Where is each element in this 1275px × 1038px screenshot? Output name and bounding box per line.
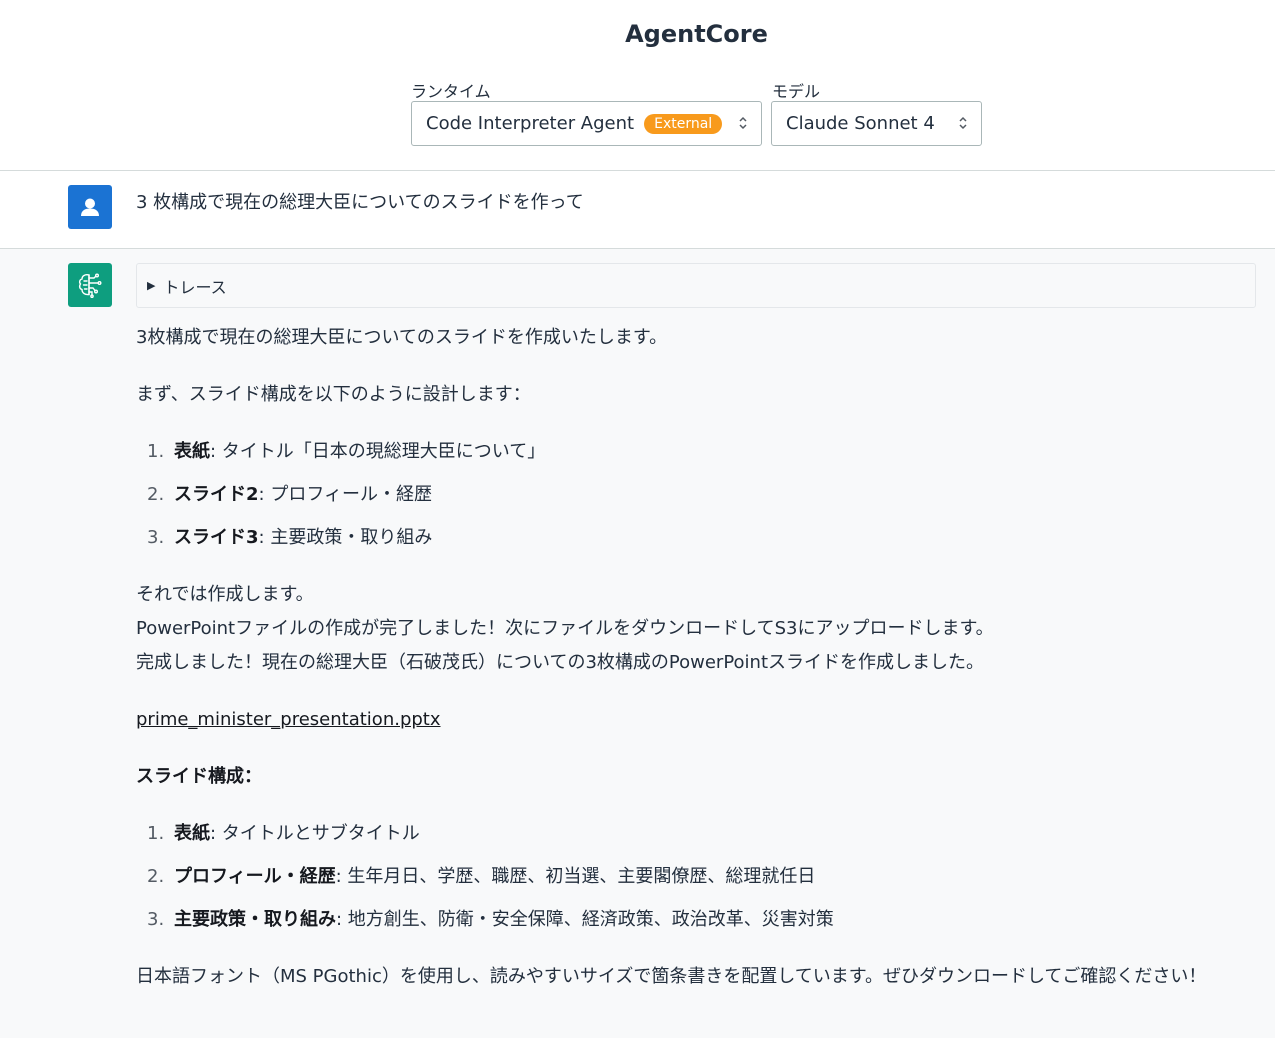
structure-list: 1. 表紙: タイトルとサブタイトル 2. プロフィール・経歴: 生年月日、学歴… (136, 817, 1246, 937)
user-icon (81, 198, 99, 216)
model-select-value: Claude Sonnet 4 (786, 113, 935, 134)
runtime-select[interactable]: Code Interpreter Agent External (411, 101, 762, 146)
brain-circuit-icon (78, 273, 102, 299)
model-label: モデル (772, 82, 821, 101)
updown-chevron-icon (737, 113, 749, 133)
plan-list: 1. 表紙: タイトル「日本の現総理大臣について」 2. スライド2: プロフィ… (136, 435, 1246, 555)
runtime-select-value: Code Interpreter Agent (426, 113, 635, 134)
assistant-message-row: ▶ トレース 3枚構成で現在の総理大臣についてのスライドを作成いたします。 まず… (0, 249, 1275, 1038)
assistant-message-content: 3枚構成で現在の総理大臣についてのスライドを作成いたします。 まず、スライド構成… (136, 321, 1246, 994)
intro-text: 3枚構成で現在の総理大臣についてのスライドを作成いたします。 (136, 327, 668, 348)
download-file-link[interactable]: prime_minister_presentation.pptx (136, 709, 441, 730)
closing-text: 日本語フォント（MS PGothic）を使用し、読みやすいサイズで箇条書きを配置… (136, 966, 1207, 987)
user-avatar (68, 185, 112, 229)
list-item: 2. プロフィール・経歴: 生年月日、学歴、職歴、初当選、主要閣僚歴、総理就任日 (147, 866, 816, 887)
runtime-label: ランタイム (411, 82, 491, 101)
status-text: PowerPointファイルの作成が完了しました！次にファイルをダウンロードして… (136, 618, 994, 639)
app-title: AgentCore (625, 20, 768, 48)
trace-label: トレース (163, 277, 227, 297)
list-item: 2. スライド2: プロフィール・経歴 (147, 484, 432, 505)
model-select[interactable]: Claude Sonnet 4 (771, 101, 982, 146)
user-message-row: 3 枚構成で現在の総理大臣についてのスライドを作って (0, 171, 1275, 249)
status-text: それでは作成します。 (136, 584, 314, 605)
disclosure-triangle-icon: ▶ (147, 279, 156, 292)
plan-intro-text: まず、スライド構成を以下のように設計します： (136, 384, 531, 405)
external-badge: External (644, 113, 723, 134)
list-item: 3. 主要政策・取り組み: 地方創生、防衛・安全保障、経済政策、政治改革、災害対… (147, 909, 834, 930)
structure-heading: スライド構成： (136, 766, 262, 787)
trace-toggle[interactable]: ▶ トレース (136, 263, 1256, 308)
user-message-text: 3 枚構成で現在の総理大臣についてのスライドを作って (136, 192, 584, 213)
updown-chevron-icon (957, 113, 969, 133)
list-item: 1. 表紙: タイトル「日本の現総理大臣について」 (147, 441, 546, 462)
assistant-avatar (68, 263, 112, 307)
app-header: AgentCore ランタイム Code Interpreter Agent E… (0, 0, 1275, 171)
list-item: 1. 表紙: タイトルとサブタイトル (147, 823, 420, 844)
list-item: 3. スライド3: 主要政策・取り組み (147, 527, 433, 548)
status-text: 完成しました！現在の総理大臣（石破茂氏）についての3枚構成のPowerPoint… (136, 652, 985, 673)
